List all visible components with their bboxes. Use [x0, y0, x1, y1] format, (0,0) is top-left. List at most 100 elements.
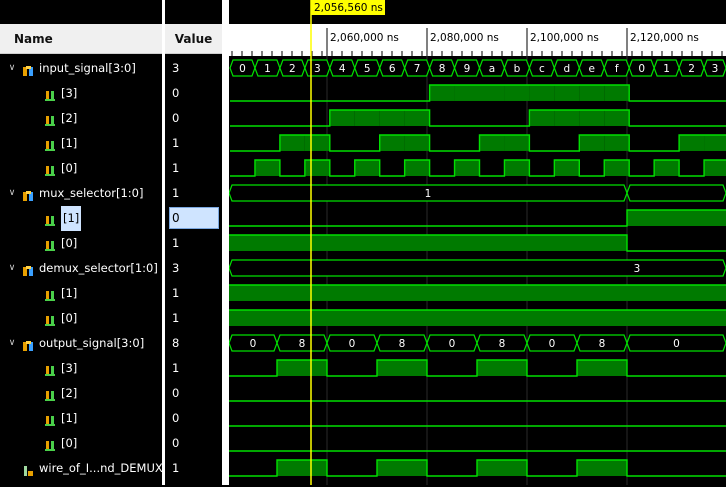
bus-value-label: 4 — [339, 63, 346, 75]
wave-high-fill — [604, 110, 630, 126]
ruler-tick-label: 2,120,000 ns — [630, 32, 699, 44]
wave-high-fill — [579, 85, 605, 101]
signal-row[interactable]: [1] — [0, 406, 162, 431]
bus-segment — [626, 184, 726, 202]
bit-signal-icon — [44, 137, 56, 151]
expand-chevron-icon[interactable]: ∨ — [7, 256, 17, 281]
bus-value-label: 0 — [638, 63, 645, 75]
wave-high-fill — [529, 85, 555, 101]
signal-value: 1 — [172, 136, 180, 150]
signal-row[interactable]: [2] — [0, 106, 162, 131]
signal-value: 0 — [172, 111, 180, 125]
wave-high-fill — [579, 110, 605, 126]
bit-signal-icon — [44, 287, 56, 301]
bit-signal-icon — [44, 87, 56, 101]
name-column-header[interactable]: Name — [0, 24, 162, 54]
bus-signal-icon — [22, 337, 34, 351]
bit-signal-icon — [44, 412, 56, 426]
bus-value-label: a — [489, 63, 495, 75]
value-column-header[interactable]: Value — [165, 24, 222, 54]
bus-value-label: 8 — [399, 338, 406, 350]
wave-high-fill — [477, 360, 527, 376]
wave-high-fill — [577, 460, 627, 476]
signal-name: input_signal[3:0] — [39, 61, 136, 75]
wave-high-fill — [354, 160, 380, 176]
bus-value-label: 3 — [314, 63, 321, 75]
signal-name: [3] — [61, 86, 78, 100]
wave-high-fill — [377, 460, 427, 476]
bit-waveform — [230, 109, 726, 127]
expand-chevron-icon[interactable]: ∨ — [7, 181, 17, 206]
signal-names-pane: Name ∨ input_signal[3:0] [3] [2] [1] [0] ∨ mux_… — [0, 0, 163, 485]
wave-high-fill — [479, 135, 505, 151]
signal-name: [1] — [61, 136, 78, 150]
signal-row[interactable]: [0] — [0, 231, 162, 256]
signal-row-bus[interactable]: ∨ output_signal[3:0] — [0, 331, 162, 356]
waveform-pane[interactable]: 2,060,000 ns 2,080,000 ns 2,100,000 ns 2,12… — [229, 0, 726, 485]
wave-high-fill — [229, 285, 726, 301]
wave-high-fill — [579, 135, 605, 151]
signal-name: output_signal[3:0] — [39, 336, 145, 350]
wave-high-fill — [277, 460, 327, 476]
signal-row[interactable]: wire_of_I...nd_DEMUX — [0, 456, 163, 481]
wave-high-fill — [554, 160, 580, 176]
signal-value: 1 — [172, 361, 180, 375]
bit-signal-icon — [44, 162, 56, 176]
signal-value: 1 — [172, 236, 180, 250]
wave-high-fill — [604, 85, 630, 101]
expand-chevron-icon[interactable]: ∨ — [7, 331, 17, 356]
cursor-time-label: 2,056,560 ns — [314, 2, 383, 14]
signal-row[interactable]: [0] — [0, 156, 162, 181]
signal-value: 1 — [172, 161, 180, 175]
signal-value: 8 — [172, 336, 180, 350]
signal-row[interactable]: [0] — [0, 431, 162, 456]
wave-high-fill — [354, 110, 380, 126]
bus-value-label: d — [563, 63, 570, 75]
bus-value-label: 2 — [289, 63, 296, 75]
signal-name: [0] — [61, 236, 78, 250]
wire-signal-icon — [22, 462, 34, 476]
signal-row[interactable]: [1] — [0, 206, 162, 231]
wave-high-fill — [477, 460, 527, 476]
signal-row[interactable]: [3] — [0, 356, 162, 381]
signal-row[interactable]: [1] — [0, 131, 162, 156]
wave-high-fill — [404, 135, 430, 151]
signal-name: [1] — [61, 411, 78, 425]
signal-row[interactable]: [2] — [0, 381, 162, 406]
wave-high-fill — [229, 310, 726, 326]
wave-high-fill — [377, 360, 427, 376]
signal-value[interactable]: 0 — [169, 207, 219, 229]
bit-signal-icon — [44, 362, 56, 376]
signal-value: 0 — [172, 86, 180, 100]
waveform-canvas[interactable]: 2,060,000 ns 2,080,000 ns 2,100,000 ns 2,12… — [229, 0, 726, 485]
bit-signal-icon — [44, 437, 56, 451]
bit-signal-icon — [44, 112, 56, 126]
signal-name: [0] — [61, 436, 78, 450]
bus-segment — [229, 259, 726, 277]
signal-row[interactable]: [0] — [0, 306, 162, 331]
bus-value-label: 0 — [449, 338, 456, 350]
bus-value-label: e — [589, 63, 595, 75]
bus-value-label: 0 — [250, 338, 257, 350]
signal-row-bus[interactable]: ∨ demux_selector[1:0] — [0, 256, 162, 281]
signal-name: [0] — [61, 311, 78, 325]
signal-row-bus[interactable]: ∨ input_signal[3:0] — [0, 56, 162, 81]
signal-row[interactable]: [1] — [0, 281, 162, 306]
wave-high-fill — [379, 110, 405, 126]
signal-row-bus[interactable]: ∨ mux_selector[1:0] — [0, 181, 162, 206]
signal-name: [1] — [61, 206, 82, 231]
wave-high-fill — [229, 235, 627, 251]
wave-high-fill — [654, 160, 680, 176]
bus-value-label: f — [615, 63, 619, 75]
expand-chevron-icon[interactable]: ∨ — [7, 56, 17, 81]
wave-high-fill — [679, 135, 705, 151]
wave-high-fill — [304, 160, 330, 176]
wave-high-fill — [529, 110, 555, 126]
signal-name: [0] — [61, 161, 78, 175]
signal-row[interactable]: [3] — [0, 81, 162, 106]
bus-value-label: c — [539, 63, 545, 75]
pane-divider[interactable] — [222, 0, 229, 485]
wave-high-fill — [404, 110, 430, 126]
signal-name: [2] — [61, 386, 78, 400]
signal-name: demux_selector[1:0] — [39, 261, 158, 275]
